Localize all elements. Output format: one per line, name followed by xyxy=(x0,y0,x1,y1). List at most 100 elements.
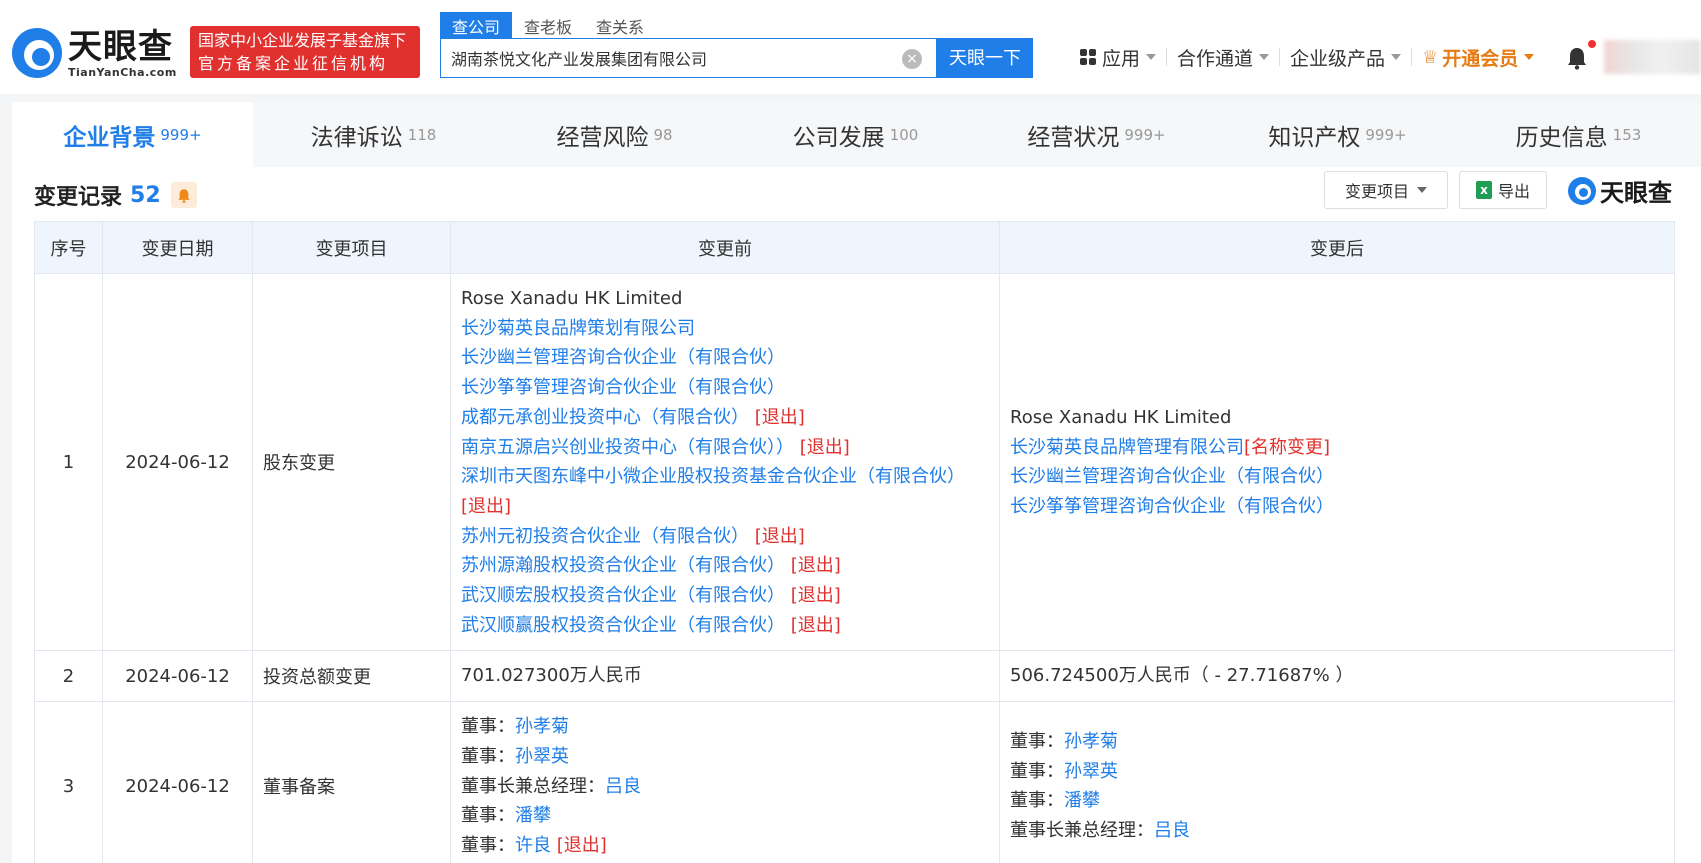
nav-enterprise-label: 企业级产品 xyxy=(1290,47,1386,70)
shareholder-link[interactable]: 长沙筝筝管理咨询合伙企业（有限合伙） xyxy=(1010,496,1334,517)
tab-count: 999+ xyxy=(160,125,202,144)
director-link[interactable]: 孙孝菊 xyxy=(515,716,569,737)
badge-line-1: 国家中小企业发展子基金旗下 xyxy=(198,31,407,50)
logo-text-en: TianYanCha.com xyxy=(68,65,177,79)
tab-count: 999+ xyxy=(1365,125,1407,144)
director-role: 董事： xyxy=(461,745,515,767)
tab-history-info[interactable]: 历史信息 153 xyxy=(1458,102,1699,167)
chevron-down-icon xyxy=(1417,187,1427,193)
exit-tag: [退出] xyxy=(790,555,841,577)
exit-tag: [退出] xyxy=(754,525,805,547)
tab-count: 153 xyxy=(1612,125,1642,144)
search-box: × xyxy=(440,38,937,78)
search-button[interactable]: 天眼一下 xyxy=(937,38,1033,78)
col-header-index: 序号 xyxy=(34,221,103,274)
cell-before: Rose Xanadu HK Limited 长沙菊英良品牌策划有限公司 长沙幽… xyxy=(450,272,1000,652)
change-item-filter[interactable]: 变更项目 xyxy=(1324,171,1448,209)
clear-icon[interactable]: × xyxy=(902,49,922,69)
export-button[interactable]: x 导出 xyxy=(1459,171,1547,209)
col-header-before: 变更前 xyxy=(450,221,1000,274)
cell-index: 2 xyxy=(34,650,103,703)
shareholder-link[interactable]: 成都元承创业投资中心（有限合伙） xyxy=(461,407,749,428)
exit-tag: [退出] xyxy=(754,406,805,428)
cell-item: 投资总额变更 xyxy=(252,650,451,703)
tab-search-company[interactable]: 查公司 xyxy=(440,12,513,38)
chevron-down-icon xyxy=(1524,54,1535,60)
director-link[interactable]: 许良 xyxy=(515,835,551,856)
monitor-alarm-icon[interactable] xyxy=(170,182,197,208)
apps-grid-icon xyxy=(1080,49,1096,65)
tab-company-development[interactable]: 公司发展 100 xyxy=(735,102,976,167)
shareholder-link[interactable]: 长沙筝筝管理咨询合伙企业（有限合伙） xyxy=(461,377,785,398)
tab-label: 历史信息 xyxy=(1515,124,1608,151)
table-row: 3 2024-06-12 董事备案 董事：孙孝菊 董事：孙翠英 董事长兼总经理：… xyxy=(34,701,1675,863)
logo-eye-icon xyxy=(12,28,62,78)
cell-date: 2024-06-12 xyxy=(102,701,253,863)
shareholder-link[interactable]: 深圳市天图东峰中小微企业股权投资基金合伙企业（有限合伙） xyxy=(461,466,965,487)
nav-open-vip[interactable]: ♕ 开通会员 xyxy=(1412,44,1544,71)
cell-item: 股东变更 xyxy=(252,272,451,652)
cell-date: 2024-06-12 xyxy=(102,272,253,652)
shareholder-link[interactable]: 武汉顺赢股权投资合伙企业（有限合伙） xyxy=(461,615,785,636)
table-header-row: 序号 变更日期 变更项目 变更前 变更后 xyxy=(34,221,1675,274)
watermark-logo: 天眼查 xyxy=(1568,173,1672,208)
tab-count: 98 xyxy=(653,125,673,144)
director-link[interactable]: 潘攀 xyxy=(515,805,551,826)
director-link[interactable]: 孙翠英 xyxy=(515,746,569,767)
shareholder-link[interactable]: 长沙菊英良品牌管理有限公司 xyxy=(1010,437,1244,458)
notification-bell-icon[interactable] xyxy=(1566,46,1588,70)
tab-search-relation[interactable]: 查关系 xyxy=(584,12,656,38)
exit-tag: [退出] xyxy=(461,495,512,517)
cell-date: 2024-06-12 xyxy=(102,650,253,703)
shareholder-link[interactable]: 长沙菊英良品牌策划有限公司 xyxy=(461,318,695,339)
section-count: 52 xyxy=(130,182,161,208)
director-link[interactable]: 吕良 xyxy=(605,776,641,797)
change-records-table: 序号 变更日期 变更项目 变更前 变更后 1 2024-06-12 股东变更 R… xyxy=(34,221,1675,863)
director-role: 董事： xyxy=(461,716,515,738)
logo-text-cn: 天眼查 xyxy=(68,26,173,67)
tab-search-boss[interactable]: 查老板 xyxy=(512,12,584,38)
director-role: 董事： xyxy=(1010,790,1064,812)
exit-tag: [退出] xyxy=(556,834,607,856)
tab-company-background[interactable]: 企业背景 999+ xyxy=(12,102,253,167)
director-link[interactable]: 孙翠英 xyxy=(1064,761,1118,782)
top-header: 天眼查 TianYanCha.com 国家中小企业发展子基金旗下 官方备案企业征… xyxy=(0,0,1701,94)
tab-business-status[interactable]: 经营状况 999+ xyxy=(976,102,1217,167)
tab-count: 100 xyxy=(889,125,919,144)
director-link[interactable]: 潘攀 xyxy=(1064,790,1100,811)
company-section-tabs: 企业背景 999+ 法律诉讼 118 经营风险 98 公司发展 100 经营状况 999+… xyxy=(12,102,1701,167)
nav-partners[interactable]: 合作通道 xyxy=(1167,44,1279,71)
section-title: 变更记录 xyxy=(34,185,123,210)
user-avatar[interactable] xyxy=(1604,40,1701,74)
shareholder-link[interactable]: 南京五源启兴创业投资中心（有限合伙）） xyxy=(461,437,794,458)
shareholder-link[interactable]: 苏州元初投资合伙企业（有限合伙） xyxy=(461,526,749,547)
tab-intellectual-property[interactable]: 知识产权 999+ xyxy=(1217,102,1458,167)
director-link[interactable]: 吕良 xyxy=(1154,820,1190,841)
cell-index: 1 xyxy=(34,272,103,652)
tab-count: 118 xyxy=(407,125,437,144)
tab-count: 999+ xyxy=(1124,125,1166,144)
cell-before: 董事：孙孝菊 董事：孙翠英 董事长兼总经理：吕良 董事：潘攀 董事：许良 [退出… xyxy=(450,701,1000,863)
nav-enterprise-products[interactable]: 企业级产品 xyxy=(1280,44,1411,71)
director-link[interactable]: 孙孝菊 xyxy=(1064,731,1118,752)
table-row: 2 2024-06-12 投资总额变更 701.027300万人民币 506.7… xyxy=(34,650,1675,703)
shareholder-link[interactable]: 长沙幽兰管理咨询合伙企业（有限合伙） xyxy=(461,347,785,368)
tab-label: 知识产权 xyxy=(1268,124,1361,151)
nav-apps[interactable]: 应用 xyxy=(1070,44,1166,71)
director-role: 董事： xyxy=(461,805,515,827)
tab-business-risk[interactable]: 经营风险 98 xyxy=(494,102,735,167)
exit-tag: [退出] xyxy=(799,436,850,458)
tab-label: 经营状况 xyxy=(1027,124,1120,151)
tianyancha-logo[interactable]: 天眼查 TianYanCha.com xyxy=(12,26,182,80)
shareholder-link[interactable]: 苏州源瀚股权投资合伙企业（有限合伙） xyxy=(461,555,785,576)
exit-tag: [退出] xyxy=(790,614,841,636)
shareholder-link[interactable]: 武汉顺宏股权投资合伙企业（有限合伙） xyxy=(461,585,785,606)
excel-icon: x xyxy=(1475,181,1492,199)
logo-eye-icon xyxy=(1568,176,1596,205)
notification-dot xyxy=(1588,40,1596,48)
search-input[interactable] xyxy=(441,48,881,68)
tab-label: 企业背景 xyxy=(63,124,156,151)
cell-after: 董事：孙孝菊 董事：孙翠英 董事：潘攀 董事长兼总经理：吕良 xyxy=(999,701,1675,863)
tab-legal-litigation[interactable]: 法律诉讼 118 xyxy=(253,102,494,167)
shareholder-link[interactable]: 长沙幽兰管理咨询合伙企业（有限合伙） xyxy=(1010,466,1334,487)
